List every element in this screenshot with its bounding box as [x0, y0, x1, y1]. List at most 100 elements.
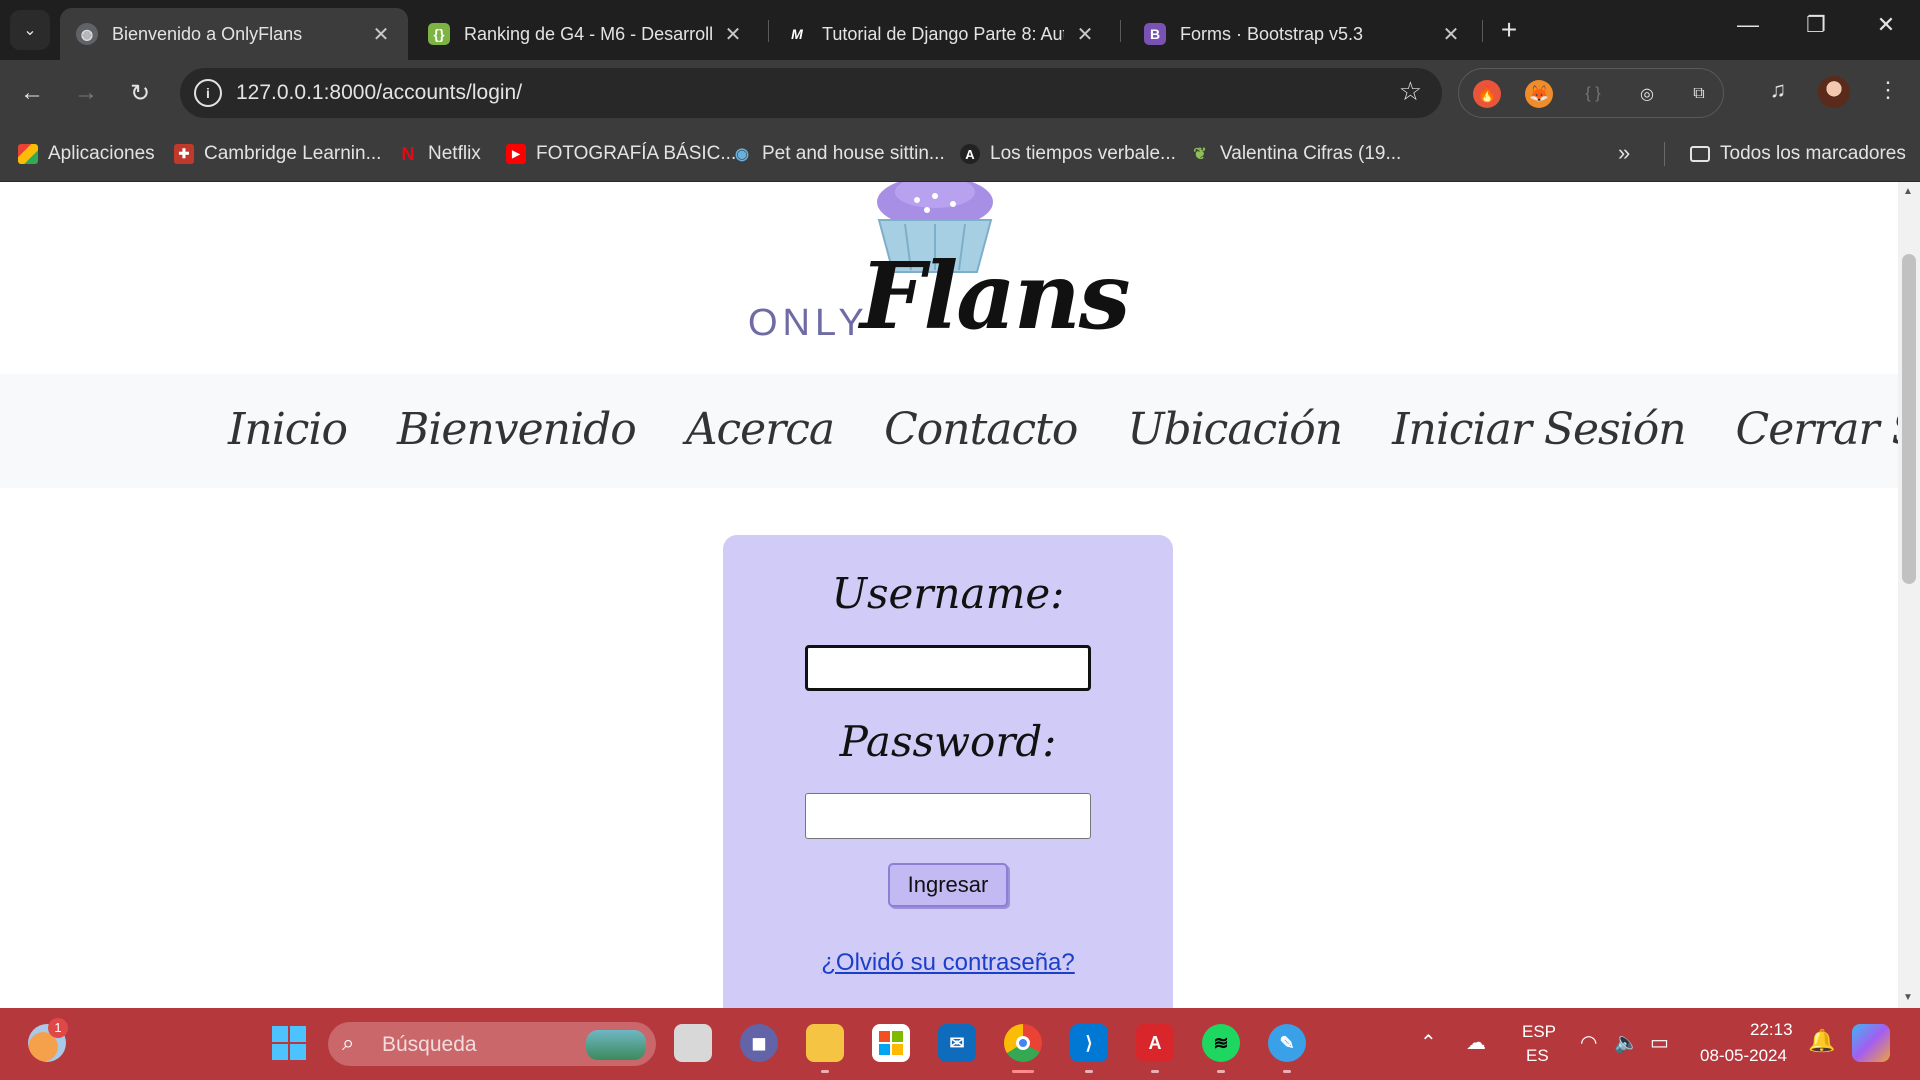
forward-button[interactable]: → — [70, 77, 102, 109]
browser-tab-strip: ⌄ ◍ Bienvenido a OnlyFlans ✕ {} Ranking … — [0, 0, 1920, 60]
username-label: Username: — [831, 569, 1065, 618]
address-bar[interactable]: i 127.0.0.1:8000/accounts/login/ ☆ — [180, 68, 1442, 118]
globe-icon: ◉ — [735, 146, 749, 163]
acrobat-icon[interactable]: A — [1136, 1024, 1174, 1062]
clock-time[interactable]: 22:13 — [1750, 1020, 1793, 1040]
bookmark-label: FOTOGRAFÍA BÁSIC... — [536, 143, 737, 164]
teams-meet-icon[interactable]: ◼ — [740, 1024, 778, 1062]
site-logo[interactable]: ONLY Flans — [745, 182, 1131, 352]
nav-ubicacion[interactable]: Ubicación — [1127, 404, 1343, 455]
spotify-icon[interactable]: ≋ — [1202, 1024, 1240, 1062]
screenshot-extension-icon[interactable]: ◎ — [1633, 80, 1661, 108]
login-submit-button[interactable]: Ingresar — [888, 863, 1008, 907]
password-input[interactable] — [805, 793, 1091, 839]
more-menu-icon[interactable]: ⋮ — [1872, 77, 1904, 103]
apps-grid-icon — [18, 144, 38, 164]
nav-acerca[interactable]: Acerca — [686, 404, 835, 455]
media-controls-icon[interactable]: ♫ — [1762, 77, 1794, 103]
nav-iniciar-sesion[interactable]: Iniciar Sesión — [1392, 404, 1686, 455]
language-bottom[interactable]: ES — [1526, 1046, 1549, 1066]
nav-inicio[interactable]: Inicio — [228, 404, 348, 455]
close-icon: ✕ — [1876, 12, 1896, 37]
bookmark-cambridge[interactable]: ✚ Cambridge Learnin... — [174, 140, 381, 168]
bookmark-tiempos-verbales[interactable]: A Los tiempos verbale... — [960, 140, 1176, 168]
bookmark-fotografia[interactable]: ▶ FOTOGRAFÍA BÁSIC... — [506, 140, 736, 168]
file-explorer-icon[interactable] — [806, 1024, 844, 1062]
tab-django-tutorial[interactable]: M Tutorial de Django Parte 8: Autenticac… — [770, 8, 1112, 60]
mail-icon[interactable]: ✉ — [938, 1024, 976, 1062]
battery-icon[interactable]: ▭ — [1650, 1030, 1669, 1055]
plus-icon: + — [1500, 14, 1518, 45]
bookmark-valentina[interactable]: ❦ Valentina Cifras (19... — [1190, 140, 1401, 168]
chevron-down-icon: ⌄ — [23, 22, 37, 39]
tab-bootstrap-forms[interactable]: B Forms · Bootstrap v5.3 ✕ — [1128, 8, 1478, 60]
nav-bienvenido[interactable]: Bienvenido — [397, 404, 637, 455]
tab-separator — [1120, 20, 1121, 42]
volume-icon[interactable]: 🔈 — [1614, 1030, 1639, 1055]
close-tab-icon[interactable]: ✕ — [1074, 22, 1096, 47]
chrome-icon[interactable] — [1004, 1024, 1042, 1062]
cambridge-icon: ✚ — [174, 144, 194, 164]
close-tab-icon[interactable]: ✕ — [370, 22, 392, 47]
new-tab-button[interactable]: + — [1494, 14, 1524, 46]
bookmark-netflix[interactable]: N Netflix — [398, 140, 481, 168]
tab-onlyflans[interactable]: ◍ Bienvenido a OnlyFlans ✕ — [60, 8, 408, 60]
copilot-icon[interactable] — [1852, 1024, 1890, 1062]
show-hidden-icons-icon[interactable]: ⌃ — [1420, 1030, 1437, 1055]
microsoft-store-icon[interactable] — [872, 1024, 910, 1062]
json-viewer-icon[interactable]: { } — [1579, 80, 1607, 108]
start-button[interactable] — [270, 1024, 308, 1062]
vscode-icon[interactable]: ⟩ — [1070, 1024, 1108, 1062]
bootstrap-icon: B — [1144, 23, 1166, 45]
windows-taskbar: 1 ⌕ Búsqueda ◼ ✉ ⟩ A ≋ ✎ ⌃ ☁ ESP ES ◠ 🔈 … — [0, 1008, 1920, 1080]
bookmark-pet-house[interactable]: ◉ Pet and house sittin... — [732, 140, 945, 168]
chrome-center-icon — [1016, 1036, 1030, 1050]
profile-avatar[interactable] — [1818, 76, 1850, 108]
site-info-icon[interactable]: i — [194, 79, 222, 107]
more-bookmarks-icon[interactable]: » — [1618, 140, 1630, 166]
close-tab-icon[interactable]: ✕ — [1440, 22, 1462, 47]
notifications-bell-icon[interactable]: 🔔 — [1808, 1028, 1835, 1054]
back-button[interactable]: ← — [16, 77, 48, 109]
nav-cerrar-sesion[interactable]: Cerrar Sesión — [1736, 404, 1898, 455]
scroll-thumb[interactable] — [1902, 254, 1916, 584]
wifi-icon[interactable]: ◠ — [1580, 1030, 1597, 1055]
active-indicator — [1012, 1070, 1034, 1073]
scroll-up-icon[interactable]: ▲ — [1903, 186, 1913, 197]
running-indicator — [1151, 1070, 1159, 1073]
forgot-password-link[interactable]: ¿Olvidó su contraseña? — [723, 949, 1173, 977]
logo-only-text: ONLY — [748, 302, 869, 344]
nav-contacto[interactable]: Contacto — [884, 404, 1078, 455]
tab-separator — [768, 20, 769, 42]
language-top[interactable]: ESP — [1522, 1022, 1556, 1042]
reload-button[interactable]: ↻ — [124, 77, 156, 109]
tab-ranking[interactable]: {} Ranking de G4 - M6 - Desarrollo ✕ — [412, 8, 760, 60]
bookmark-aplicaciones[interactable]: Aplicaciones — [18, 140, 155, 168]
close-window-button[interactable]: ✕ — [1866, 12, 1906, 38]
metamask-icon[interactable]: 🦊 — [1525, 80, 1553, 108]
extensions-group: 🔥 🦊 { } ◎ ⧉ — [1458, 68, 1724, 118]
taskbar-search[interactable]: ⌕ Búsqueda — [328, 1022, 656, 1066]
username-input[interactable] — [805, 645, 1091, 691]
onedrive-icon[interactable]: ☁ — [1466, 1030, 1486, 1055]
fire-extension-icon[interactable]: 🔥 — [1473, 80, 1501, 108]
page-scrollbar[interactable]: ▲ ▼ — [1898, 182, 1920, 1008]
tab-title: Tutorial de Django Parte 8: Autenticació… — [822, 23, 1064, 44]
tab-separator — [1482, 20, 1483, 42]
clock-date[interactable]: 08-05-2024 — [1700, 1046, 1787, 1066]
puzzle-extensions-icon[interactable]: ⧉ — [1685, 80, 1713, 108]
bookmark-star-icon[interactable]: ☆ — [1399, 76, 1422, 107]
tab-search-button[interactable]: ⌄ — [10, 10, 50, 50]
bookmarks-separator — [1664, 142, 1665, 166]
url-text[interactable]: 127.0.0.1:8000/accounts/login/ — [236, 81, 522, 105]
task-view-icon[interactable] — [674, 1024, 712, 1062]
plant-icon: ❦ — [1193, 146, 1207, 163]
minimize-button[interactable]: — — [1728, 12, 1768, 38]
scroll-down-icon[interactable]: ▼ — [1903, 992, 1913, 1003]
all-bookmarks-folder[interactable]: Todos los marcadores — [1690, 140, 1906, 168]
bookmark-label: Pet and house sittin... — [762, 143, 945, 164]
close-tab-icon[interactable]: ✕ — [722, 22, 744, 47]
restore-button[interactable]: ❐ — [1796, 12, 1836, 38]
paint-icon[interactable]: ✎ — [1268, 1024, 1306, 1062]
json-icon: {} — [428, 23, 450, 45]
